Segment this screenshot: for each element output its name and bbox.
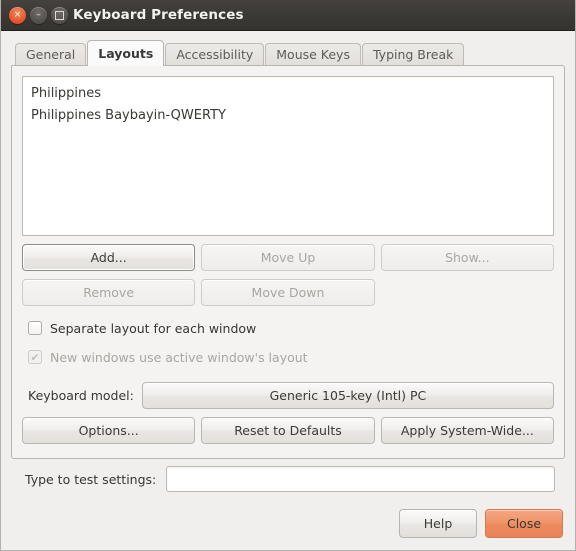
preferences-notebook: General Layouts Accessibility Mouse Keys…: [11, 39, 565, 459]
options-button[interactable]: Options...: [22, 417, 196, 444]
list-item[interactable]: Philippines: [31, 83, 545, 105]
test-settings-field[interactable]: [166, 466, 555, 492]
new-windows-layout-label: New windows use active window's layout: [50, 349, 308, 365]
add-layout-button[interactable]: Add...: [22, 244, 196, 271]
close-glyph: ×: [13, 9, 22, 20]
tab-mouse-keys[interactable]: Mouse Keys: [265, 43, 361, 65]
layouts-panel: Philippines Philippines Baybayin-QWERTY …: [11, 65, 565, 459]
remove-layout-button[interactable]: Remove: [22, 279, 196, 306]
tab-general[interactable]: General: [15, 43, 87, 65]
show-layout-button[interactable]: Show...: [380, 244, 554, 271]
list-item[interactable]: Philippines Baybayin-QWERTY: [31, 105, 545, 127]
tab-typing-break[interactable]: Typing Break: [361, 43, 465, 65]
keyboard-model-row: Keyboard model: Generic 105-key (Intl) P…: [22, 382, 554, 409]
window-title: Keyboard Preferences: [73, 7, 244, 23]
test-settings-row: Type to test settings:: [11, 459, 565, 499]
keyboard-model-button[interactable]: Generic 105-key (Intl) PC: [141, 382, 554, 409]
layout-buttons-row-1: Add... Move Up Show...: [22, 244, 554, 271]
window-controls: × –: [9, 6, 68, 24]
tab-strip: General Layouts Accessibility Mouse Keys…: [11, 39, 565, 66]
separate-layout-label: Separate layout for each window: [50, 320, 257, 336]
help-button[interactable]: Help: [399, 509, 477, 538]
checkmark-icon: ✔: [30, 350, 40, 364]
maximize-window-icon[interactable]: [51, 6, 68, 24]
move-up-button[interactable]: Move Up: [201, 244, 375, 271]
new-windows-layout-checkbox: ✔: [28, 350, 42, 364]
layout-buttons-row-3: Options... Reset to Defaults Apply Syste…: [22, 417, 554, 444]
test-settings-label: Type to test settings:: [25, 471, 157, 487]
keyboard-preferences-window: × – Keyboard Preferences General Layouts…: [0, 0, 576, 551]
minimize-window-icon[interactable]: –: [30, 6, 47, 24]
window-content: General Layouts Accessibility Mouse Keys…: [1, 31, 575, 509]
move-down-button[interactable]: Move Down: [201, 279, 375, 306]
close-window-icon[interactable]: ×: [9, 6, 26, 24]
tab-layouts[interactable]: Layouts: [87, 40, 165, 66]
maximize-glyph: [55, 10, 64, 20]
apply-system-wide-button[interactable]: Apply System-Wide...: [380, 417, 554, 444]
separate-layout-checkbox-row[interactable]: Separate layout for each window: [22, 317, 554, 339]
new-windows-layout-checkbox-row: ✔ New windows use active window's layout: [22, 346, 554, 368]
minimize-glyph: –: [36, 9, 41, 20]
title-bar: × – Keyboard Preferences: [1, 0, 575, 31]
separate-layout-checkbox[interactable]: [28, 321, 42, 335]
test-settings-input[interactable]: [167, 467, 554, 491]
dialog-action-area: Help Close: [1, 509, 575, 550]
keyboard-model-label: Keyboard model:: [28, 388, 134, 403]
tab-accessibility[interactable]: Accessibility: [165, 43, 265, 65]
layouts-list[interactable]: Philippines Philippines Baybayin-QWERTY: [22, 76, 554, 236]
close-button[interactable]: Close: [485, 509, 563, 538]
layout-buttons-row-2: Remove Move Down: [22, 279, 554, 306]
reset-to-defaults-button[interactable]: Reset to Defaults: [201, 417, 375, 444]
